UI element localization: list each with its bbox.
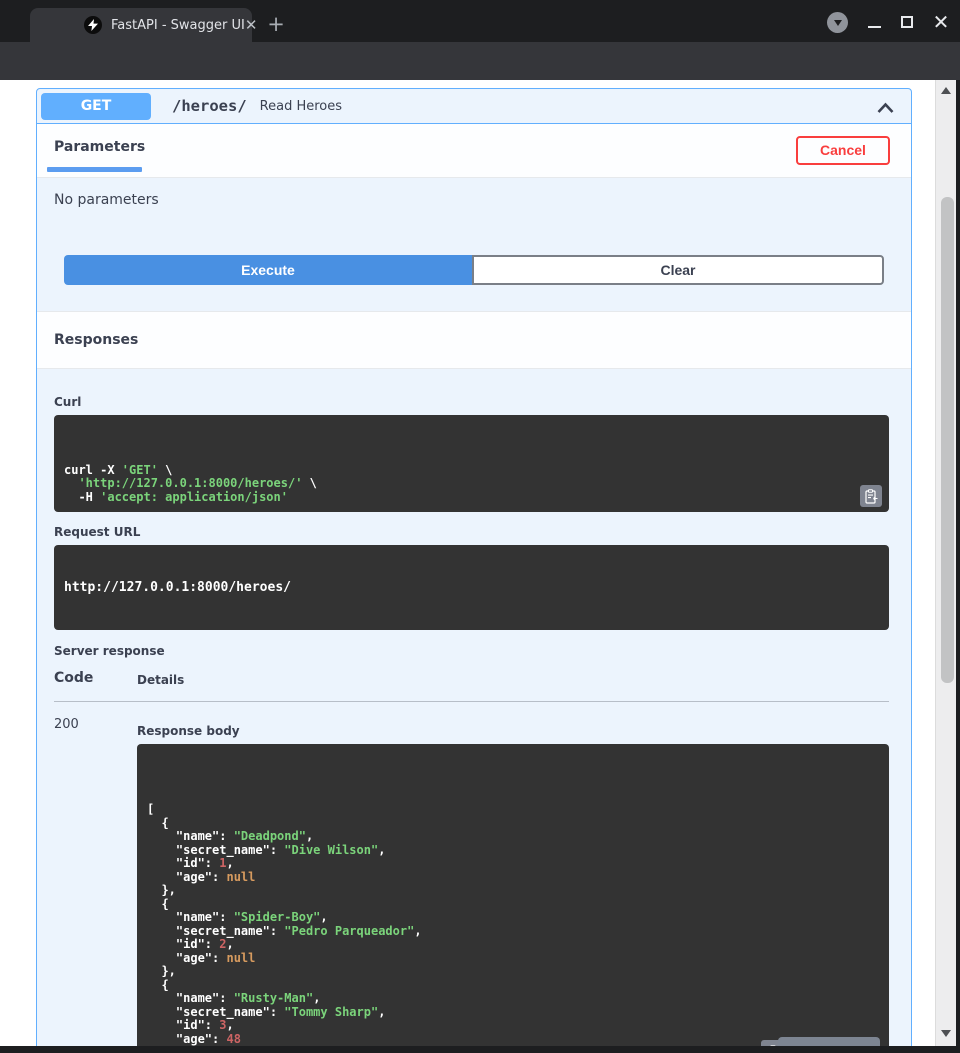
window-right-edge <box>956 80 960 1053</box>
window-minimize-button[interactable] <box>868 26 881 28</box>
execute-button[interactable]: Execute <box>64 255 472 285</box>
tab-parameters[interactable]: Parameters <box>54 139 145 155</box>
request-url-value: http://127.0.0.1:8000/heroes/ <box>64 580 291 595</box>
parameters-tab-underline <box>47 167 142 172</box>
code-column-header: Code <box>54 670 137 687</box>
window-bottom-edge <box>0 1046 960 1053</box>
opblock-header[interactable]: GET /heroes/ Read Heroes <box>37 89 911 124</box>
browser-titlebar: FastAPI - Swagger UI ✕ + ✕ <box>0 0 960 42</box>
parameters-header: Parameters Cancel <box>37 124 911 178</box>
curl-code: curl -X 'GET' \ 'http://127.0.0.1:8000/h… <box>54 415 889 512</box>
scrollbar-thumb[interactable] <box>941 197 954 683</box>
status-code: 200 <box>54 717 137 1046</box>
page-scrollbar[interactable] <box>935 80 956 1046</box>
server-response-table-header: Code Details <box>54 670 889 702</box>
download-button[interactable]: Download <box>778 1037 880 1046</box>
window-maximize-button[interactable] <box>901 16 913 28</box>
endpoint-path: /heroes/ <box>172 97 247 115</box>
browser-toolbar: ← → 127.0.0.1:8000/docs#/default/read_he… <box>0 42 960 80</box>
cancel-button[interactable]: Cancel <box>796 136 890 165</box>
new-tab-button[interactable]: + <box>262 11 290 39</box>
caret-down-icon <box>834 20 842 26</box>
endpoint-summary: Read Heroes <box>260 99 342 114</box>
tab-search-button[interactable] <box>827 12 848 33</box>
collapse-chevron-icon[interactable] <box>872 95 899 118</box>
opblock-get-heroes: GET /heroes/ Read Heroes Parameters Canc… <box>36 88 912 1046</box>
server-response-row: 200 Response body <box>54 702 889 1046</box>
responses-content: Curl curl -X 'GET' \ 'http://127.0.0.1:8… <box>37 369 911 1046</box>
server-response-label: Server response <box>54 644 889 658</box>
execute-row: Execute Clear <box>64 255 884 285</box>
browser-tab[interactable]: FastAPI - Swagger UI ✕ <box>30 8 252 42</box>
responses-title: Responses <box>54 332 138 348</box>
clear-button[interactable]: Clear <box>472 255 884 285</box>
window-close-button[interactable]: ✕ <box>929 10 953 34</box>
scrollbar-down-arrow-icon[interactable] <box>941 1030 951 1037</box>
response-body-label: Response body <box>137 717 889 738</box>
copy-curl-button[interactable] <box>860 485 882 507</box>
tab-close-icon[interactable]: ✕ <box>245 16 258 34</box>
scrollbar-up-arrow-icon[interactable] <box>941 87 951 94</box>
request-url-label: Request URL <box>54 525 889 539</box>
request-url-code: http://127.0.0.1:8000/heroes/ <box>54 545 889 630</box>
swagger-page: GET /heroes/ Read Heroes Parameters Canc… <box>0 80 935 1046</box>
no-parameters-text: No parameters <box>37 178 911 222</box>
responses-header: Responses <box>37 311 911 369</box>
tab-title: FastAPI - Swagger UI <box>111 18 245 33</box>
details-column-header: Details <box>137 670 184 687</box>
response-details-cell: Response body Download [ <box>137 717 889 1046</box>
curl-label: Curl <box>54 395 889 409</box>
method-badge: GET <box>41 93 151 120</box>
fastapi-favicon-icon <box>84 16 102 34</box>
response-body-code: Download [ { "name": "Deadpond", "secret… <box>137 744 889 1046</box>
